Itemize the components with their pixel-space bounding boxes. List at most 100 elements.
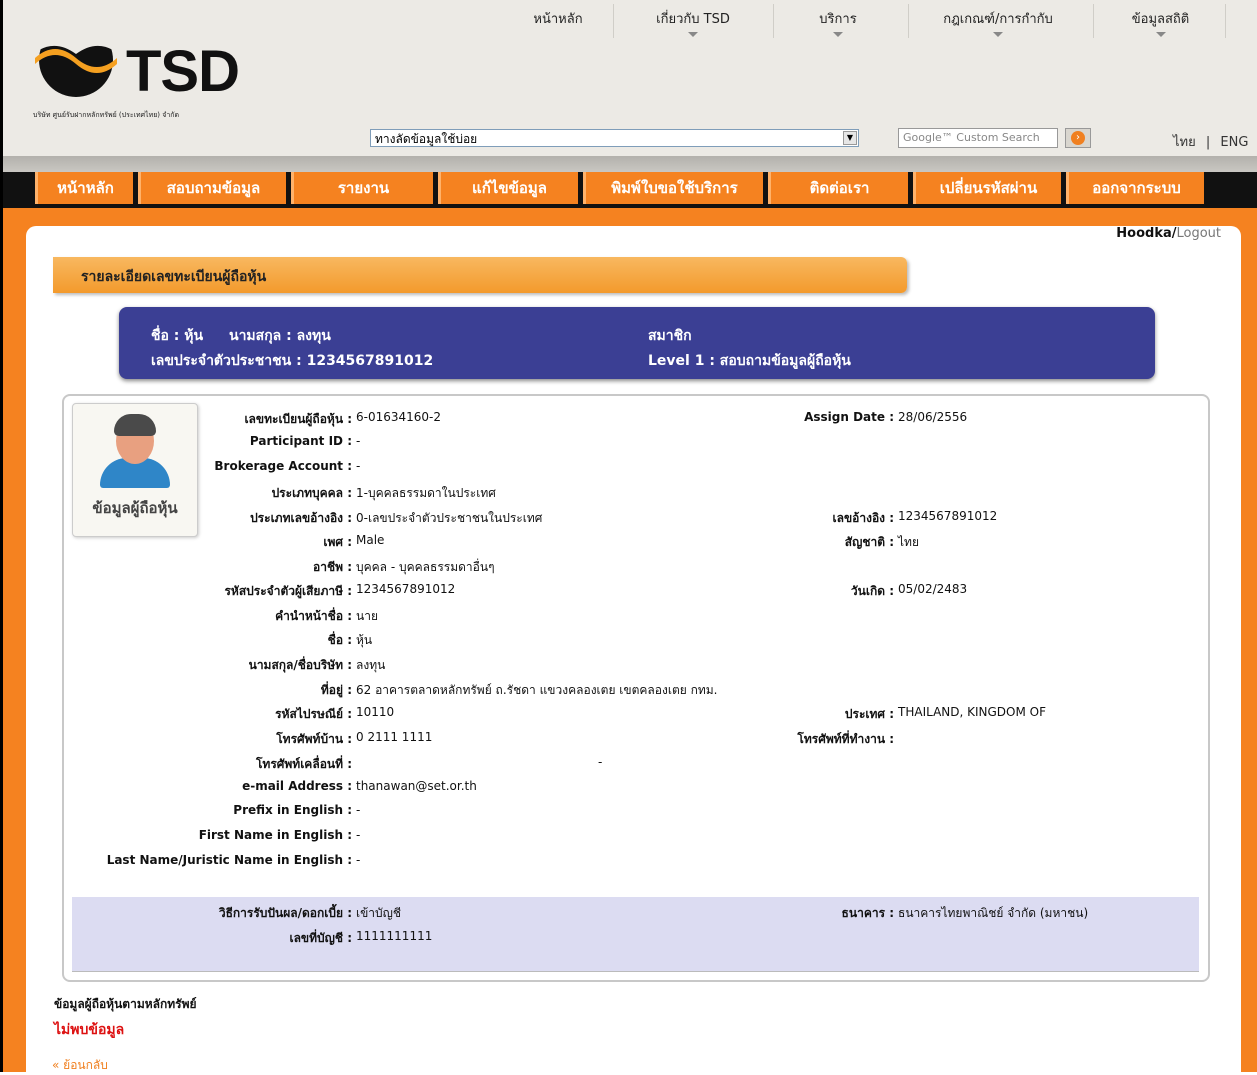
field-value: 1234567891012 [898, 509, 998, 523]
topnav-services-label: บริการ [819, 12, 857, 27]
securities-section-title: ข้อมูลผู้ถือหุ้นตามหลักทรัพย์ [54, 997, 197, 1011]
field-value: - [356, 459, 361, 473]
field-label: เลขอ้างอิง : [832, 511, 894, 525]
field-value: 0-เลขประจำตัวประชาชนในประเทศ [356, 511, 543, 525]
field-value: 1234567891012 [356, 582, 456, 596]
field-value: thanawan@set.or.th [356, 779, 477, 793]
field-value: - [356, 803, 361, 817]
topnav-separator [613, 4, 614, 38]
dividend-divider [72, 971, 1199, 972]
field-label: Prefix in English : [233, 803, 352, 817]
top-nav: หน้าหลัก เกี่ยวกับ TSD บริการ กฎเกณฑ์/กา… [473, 0, 1257, 40]
field-label: อาชีพ : [313, 560, 352, 574]
field-label: โทรศัพท์บ้าน : [276, 732, 352, 746]
field-label: Last Name/Juristic Name in English : [106, 853, 352, 867]
lang-en-link[interactable]: ENG [1220, 135, 1248, 150]
bank-value: ธนาคารไทยพาณิชย์ จำกัด (มหาชน) [898, 906, 1089, 920]
back-link[interactable]: « ย้อนกลับ [52, 1056, 108, 1075]
field-label: Assign Date : [804, 410, 894, 424]
account-label: เลขที่บัญชี : [289, 931, 352, 945]
header-divider [3, 156, 1257, 172]
chevron-down-icon[interactable]: ▼ [843, 131, 857, 145]
tab-print-form[interactable]: พิมพ์ใบขอใช้บริการ [583, 172, 763, 204]
field-label: ประเภทบุคคล : [271, 486, 352, 500]
topnav-separator [773, 4, 774, 38]
account-value: 1111111111 [356, 929, 433, 943]
field-value: บุคคล - บุคคลธรรมดาอื่นๆ [356, 560, 495, 574]
username: Hoodka [1116, 226, 1172, 241]
topnav-about[interactable]: เกี่ยวกับ TSD [643, 8, 743, 37]
field-value: 1-บุคคลธรรมดาในประเทศ [356, 486, 496, 500]
chevron-down-icon [833, 32, 843, 37]
field-label: ประเภทเลขอ้างอิง : [250, 511, 352, 525]
field-label: ที่อยู่ : [320, 683, 352, 697]
tab-logout[interactable]: ออกจากระบบ [1066, 172, 1204, 204]
tab-inquiry[interactable]: สอบถามข้อมูล [138, 172, 286, 204]
field-value: THAILAND, KINGDOM OF [898, 705, 1047, 719]
field-value: - [356, 828, 361, 842]
field-label: รหัสประจำตัวผู้เสียภาษี : [224, 584, 352, 598]
topnav-separator [1225, 4, 1226, 38]
topnav-stats-label: ข้อมูลสถิติ [1131, 12, 1190, 27]
lang-separator: | [1205, 135, 1211, 150]
field-value: 28/06/2556 [898, 410, 968, 424]
logout-link[interactable]: Logout [1176, 226, 1221, 241]
field-label: ประเทศ : [844, 707, 894, 721]
page-title: รายละเอียดเลขทะเบียนผู้ถือหุ้น [53, 257, 907, 293]
search-button[interactable]: › [1065, 128, 1091, 148]
field-value: 62 อาคารตลาดหลักทรัพย์ ถ.รัชดา แขวงคลองเ… [356, 683, 718, 697]
site-header: TSD บริษัท ศูนย์รับฝากหลักทรัพย์ (ประเทศ… [3, 0, 1257, 160]
topnav-services[interactable]: บริการ [803, 8, 873, 37]
member-last-name: นามสกุล : ลงทุน [229, 328, 331, 344]
company-name: บริษัท ศูนย์รับฝากหลักทรัพย์ (ประเทศไทย)… [33, 111, 180, 119]
field-label: โทรศัพท์ที่ทำงาน : [797, 732, 894, 746]
topnav-separator [908, 4, 909, 38]
field-label: เพศ : [323, 535, 352, 549]
topnav-stats[interactable]: ข้อมูลสถิติ [1118, 8, 1203, 37]
field-value: - [356, 434, 361, 448]
field-label: นามสกุล/ชื่อบริษัท : [248, 658, 352, 672]
chevron-down-icon [1155, 32, 1166, 37]
member-id-card: เลขประจำตัวประชาชน : 1234567891012 [151, 353, 434, 369]
shortcut-select[interactable]: ทางลัดข้อมูลใช้บ่อย ▼ [370, 129, 859, 147]
topnav-home[interactable]: หน้าหลัก [523, 8, 593, 29]
search-placeholder: Google™ Custom Search [903, 131, 1040, 144]
field-value: ลงทุน [356, 658, 386, 672]
dividend-method-value: เข้าบัญชี [356, 906, 402, 920]
field-label: วันเกิด : [850, 584, 894, 598]
search-input[interactable]: Google™ Custom Search [898, 128, 1058, 148]
page: TSD บริษัท ศูนย์รับฝากหลักทรัพย์ (ประเทศ… [0, 0, 1257, 1072]
lang-th-link[interactable]: ไทย [1173, 135, 1196, 150]
chevron-down-icon [993, 32, 1003, 37]
user-info: Hoodka/Logout [1116, 226, 1221, 241]
field-value: ไทย [898, 535, 919, 549]
field-label: ชื่อ : [327, 633, 352, 647]
member-level: Level 1 : สอบถามข้อมูลผู้ถือหุ้น [648, 353, 851, 369]
tsd-logo[interactable]: TSD [31, 20, 251, 104]
tab-home[interactable]: หน้าหลัก [35, 172, 133, 204]
arrow-right-icon: › [1071, 131, 1085, 145]
bank-label: ธนาคาร : [841, 906, 894, 920]
field-label: เลขทะเบียนผู้ถือหุ้น : [244, 412, 352, 426]
field-value: - [598, 755, 603, 769]
tab-edit[interactable]: แก้ไขข้อมูล [438, 172, 578, 204]
chevron-down-icon [688, 32, 698, 37]
tsd-logo-icon [35, 20, 117, 97]
language-switch: ไทย | ENG [1173, 131, 1248, 152]
topnav-home-label: หน้าหลัก [533, 12, 583, 27]
tab-contact[interactable]: ติดต่อเรา [768, 172, 908, 204]
field-value: 6-01634160-2 [356, 410, 442, 424]
main-nav: หน้าหลัก สอบถามข้อมูล รายงาน แก้ไขข้อมูล… [3, 172, 1257, 208]
tab-report[interactable]: รายงาน [291, 172, 433, 204]
field-label: First Name in English : [198, 828, 352, 842]
field-label: Participant ID : [249, 434, 352, 448]
shortcut-select-value: ทางลัดข้อมูลใช้บ่อย [375, 132, 478, 146]
field-label: โทรศัพท์เคลื่อนที่ : [255, 757, 352, 771]
topnav-about-label: เกี่ยวกับ TSD [656, 12, 730, 27]
topnav-rules[interactable]: กฎเกณฑ์/การกำกับ [933, 8, 1063, 37]
field-label: สัญชาติ : [844, 535, 894, 549]
tab-change-password[interactable]: เปลี่ยนรหัสผ่าน [913, 172, 1061, 204]
back-link-label: ย้อนกลับ [63, 1058, 108, 1072]
field-value: Male [356, 533, 385, 547]
member-first-name: ชื่อ : หุ้น [151, 328, 204, 344]
